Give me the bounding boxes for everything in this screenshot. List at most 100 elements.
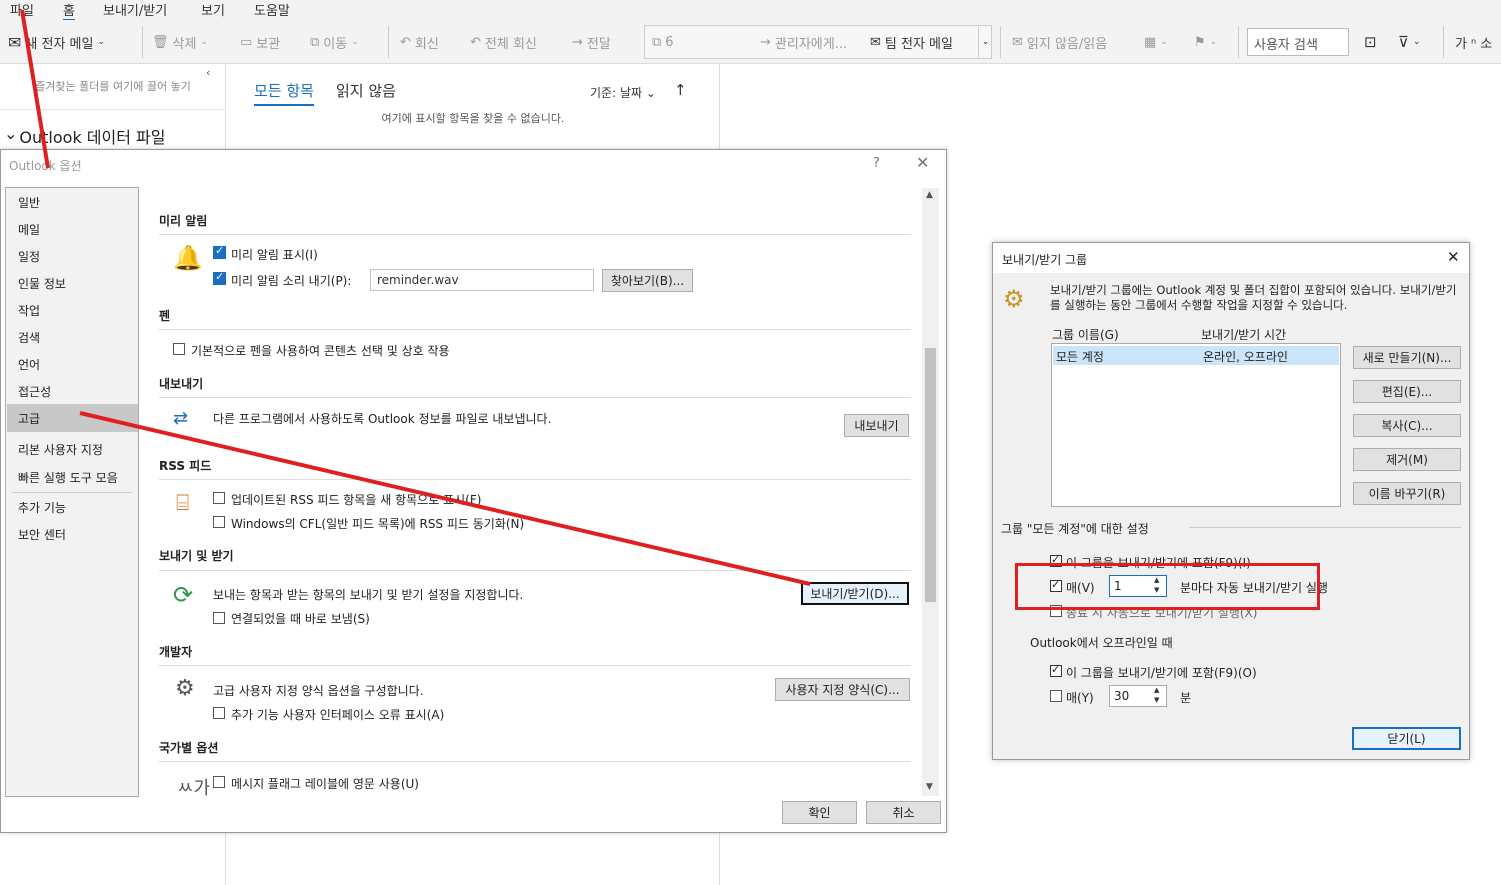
edit-group-button[interactable]: 편집(E)... bbox=[1353, 380, 1461, 403]
follow-up-button[interactable]: ⚑ ⌄ bbox=[1194, 32, 1217, 52]
quickstep-team-mail[interactable]: ✉ 팀 전자 메일 bbox=[870, 32, 953, 52]
categorize-button[interactable]: ▦ ⌄ bbox=[1144, 32, 1168, 52]
spin-up-icon[interactable]: ▲ bbox=[1154, 686, 1159, 694]
reply-icon: ↶ bbox=[400, 34, 411, 50]
rss-sync-checkbox[interactable] bbox=[213, 516, 225, 528]
mail-icon: ✉ bbox=[8, 32, 22, 52]
rss-update-checkbox[interactable] bbox=[213, 492, 225, 504]
group-list[interactable]: 모든 계정 온라인, 오프라인 bbox=[1051, 343, 1341, 507]
menu-file[interactable]: 파일 bbox=[10, 0, 34, 19]
data-file-folder[interactable]: ⌄ Outlook 데이터 파일 bbox=[4, 124, 165, 148]
move-icon: ⧉ bbox=[310, 34, 320, 50]
nav-mail[interactable]: 메일 bbox=[18, 221, 40, 238]
offline-include-checkbox[interactable] bbox=[1050, 663, 1062, 677]
filter-email-button[interactable]: ⊽ ⌄ bbox=[1398, 32, 1421, 52]
move-button[interactable]: ⧉ 이동 ⌄ bbox=[310, 32, 359, 52]
copy-group-button[interactable]: 복사(C)... bbox=[1353, 414, 1461, 437]
unread-read-button[interactable]: ✉ 읽지 않음/읽음 bbox=[1012, 32, 1107, 52]
highlight-box bbox=[1015, 563, 1320, 610]
nav-trust-center[interactable]: 보안 센터 bbox=[18, 526, 66, 543]
archive-button[interactable]: ▭ 보관 bbox=[240, 32, 280, 52]
reply-button[interactable]: ↶ 회신 bbox=[400, 32, 439, 52]
new-mail-button[interactable]: ✉ 새 전자 메일 ⌄ bbox=[8, 32, 105, 52]
menu-help[interactable]: 도움말 bbox=[254, 0, 290, 19]
sound-file-input[interactable]: reminder.wav bbox=[370, 269, 594, 291]
offline-every-checkbox[interactable] bbox=[1050, 690, 1062, 702]
group-time-cell: 온라인, 오프라인 bbox=[1203, 350, 1288, 364]
scroll-up-icon[interactable]: ▲ bbox=[926, 190, 933, 200]
new-group-button[interactable]: 새로 만들기(N)... bbox=[1353, 346, 1461, 369]
scroll-thumb[interactable] bbox=[925, 348, 936, 602]
rename-group-button[interactable]: 이름 바꾸기(R) bbox=[1353, 482, 1461, 505]
addin-errors-label: 추가 기능 사용자 인터페이스 오류 표시(A) bbox=[231, 708, 445, 722]
close-button[interactable]: 닫기(L) bbox=[1352, 727, 1461, 750]
nav-addins[interactable]: 추가 기능 bbox=[18, 499, 66, 516]
quickstep-move[interactable]: ⧉ 6 bbox=[652, 32, 674, 52]
ribbon: ✉ 새 전자 메일 ⌄ 🗑 삭제 ⌄ ▭ 보관 ⧉ 이동 ⌄ ↶ 회신 ↶ 전체 회신 → 전달… bbox=[0, 20, 1501, 64]
tab-all-items[interactable]: 모든 항목 bbox=[254, 80, 314, 106]
help-button[interactable]: ? bbox=[873, 156, 880, 171]
pen-checkbox[interactable] bbox=[173, 343, 185, 355]
developer-desc: 고급 사용자 지정 양식 옵션을 구성합니다. bbox=[213, 684, 424, 698]
close-icon[interactable]: ✕ bbox=[1447, 248, 1460, 266]
read-aloud-button[interactable]: 가ⁿ 소 bbox=[1455, 32, 1492, 52]
list-item[interactable]: 모든 계정 온라인, 오프라인 bbox=[1053, 346, 1339, 365]
search-people-input[interactable]: 사용자 검색 bbox=[1247, 28, 1349, 56]
outlook-options-dialog: Outlook 옵션 ? ✕ 일반 메일 일정 인물 정보 작업 검색 언어 접… bbox=[0, 149, 947, 833]
send-receive-groups-dialog: 보내기/받기 그룹 ✕ ⚙ 보내기/받기 그룹에는 Outlook 계정 및 폴… bbox=[992, 242, 1470, 760]
intl-flag-checkbox[interactable] bbox=[213, 776, 225, 788]
trash-icon: 🗑 bbox=[152, 34, 169, 50]
cancel-button[interactable]: 취소 bbox=[866, 801, 941, 824]
nav-search[interactable]: 검색 bbox=[18, 329, 40, 346]
options-scrollbar[interactable]: ▲ ▼ bbox=[922, 188, 939, 796]
send-receive-button[interactable]: 보내기/받기(D)... bbox=[801, 582, 909, 605]
quickstep-to-manager[interactable]: → 관리자에게... bbox=[760, 32, 847, 52]
rss-icon: ⌸ bbox=[176, 491, 190, 516]
bell-icon: 🔔 bbox=[173, 244, 203, 272]
remove-group-button[interactable]: 제거(M) bbox=[1353, 448, 1461, 471]
export-button[interactable]: 내보내기 bbox=[844, 414, 909, 437]
send-immediately-checkbox[interactable] bbox=[213, 612, 225, 624]
quick-steps-expand[interactable]: ⌄ bbox=[978, 27, 992, 57]
sort-direction-icon[interactable]: ↑ bbox=[674, 81, 687, 99]
reply-all-button[interactable]: ↶ 전체 회신 bbox=[470, 32, 537, 52]
send-receive-desc: 보내는 항목과 받는 항목의 보내기 및 받기 설정을 지정합니다. bbox=[213, 588, 524, 602]
play-sound-checkbox[interactable] bbox=[213, 270, 226, 285]
menu-send-receive[interactable]: 보내기/받기 bbox=[103, 0, 167, 19]
spin-down-icon[interactable]: ▼ bbox=[1154, 696, 1159, 704]
nav-customize-ribbon[interactable]: 리본 사용자 지정 bbox=[18, 441, 103, 458]
browse-button[interactable]: 찾아보기(B)... bbox=[602, 269, 693, 292]
filter-icon: ⊽ bbox=[1398, 33, 1409, 51]
show-reminders-checkbox[interactable] bbox=[213, 244, 226, 259]
section-pen: 펜 bbox=[159, 309, 171, 323]
forward-button[interactable]: → 전달 bbox=[572, 32, 611, 52]
nav-people[interactable]: 인물 정보 bbox=[18, 275, 66, 292]
nav-general[interactable]: 일반 bbox=[18, 194, 40, 211]
menu-view[interactable]: 보기 bbox=[201, 0, 225, 19]
section-rss: RSS 피드 bbox=[159, 459, 212, 473]
close-icon[interactable]: ✕ bbox=[916, 153, 929, 172]
pen-option-label: 기본적으로 펜을 사용하여 콘텐츠 선택 및 상호 작용 bbox=[191, 344, 450, 358]
nav-language[interactable]: 언어 bbox=[18, 356, 40, 373]
rss-update-label: 업데이트된 RSS 피드 항목을 새 항목으로 표시(F) bbox=[231, 493, 482, 507]
tab-unread[interactable]: 읽지 않음 bbox=[336, 80, 396, 101]
flag-icon: ⚑ bbox=[1194, 34, 1206, 50]
address-book-button[interactable]: ⊡ bbox=[1364, 32, 1377, 52]
delete-button[interactable]: 🗑 삭제 ⌄ bbox=[152, 32, 208, 52]
menu-home[interactable]: 홈 bbox=[63, 0, 75, 21]
empty-message: 여기에 표시할 항목을 찾을 수 없습니다. bbox=[381, 112, 565, 125]
nav-tasks[interactable]: 작업 bbox=[18, 302, 40, 319]
offline-minutes-stepper[interactable]: 30 ▲ ▼ bbox=[1109, 685, 1167, 707]
offline-every-label: 매(Y) bbox=[1066, 691, 1094, 705]
custom-forms-button[interactable]: 사용자 지정 양식(C)... bbox=[775, 678, 910, 701]
nav-advanced[interactable]: 고급 bbox=[18, 410, 40, 427]
sort-by-dropdown[interactable]: 기준: 날짜 ⌄ bbox=[590, 84, 656, 101]
nav-calendar[interactable]: 일정 bbox=[18, 248, 40, 265]
nav-accessibility[interactable]: 접근성 bbox=[18, 383, 51, 400]
offline-minutes-value: 30 bbox=[1114, 689, 1130, 703]
nav-quick-access[interactable]: 빠른 실행 도구 모음 bbox=[18, 469, 118, 486]
group-name-cell: 모든 계정 bbox=[1056, 350, 1104, 364]
ok-button[interactable]: 확인 bbox=[782, 801, 857, 824]
scroll-down-icon[interactable]: ▼ bbox=[926, 782, 933, 792]
addin-errors-checkbox[interactable] bbox=[213, 707, 225, 719]
